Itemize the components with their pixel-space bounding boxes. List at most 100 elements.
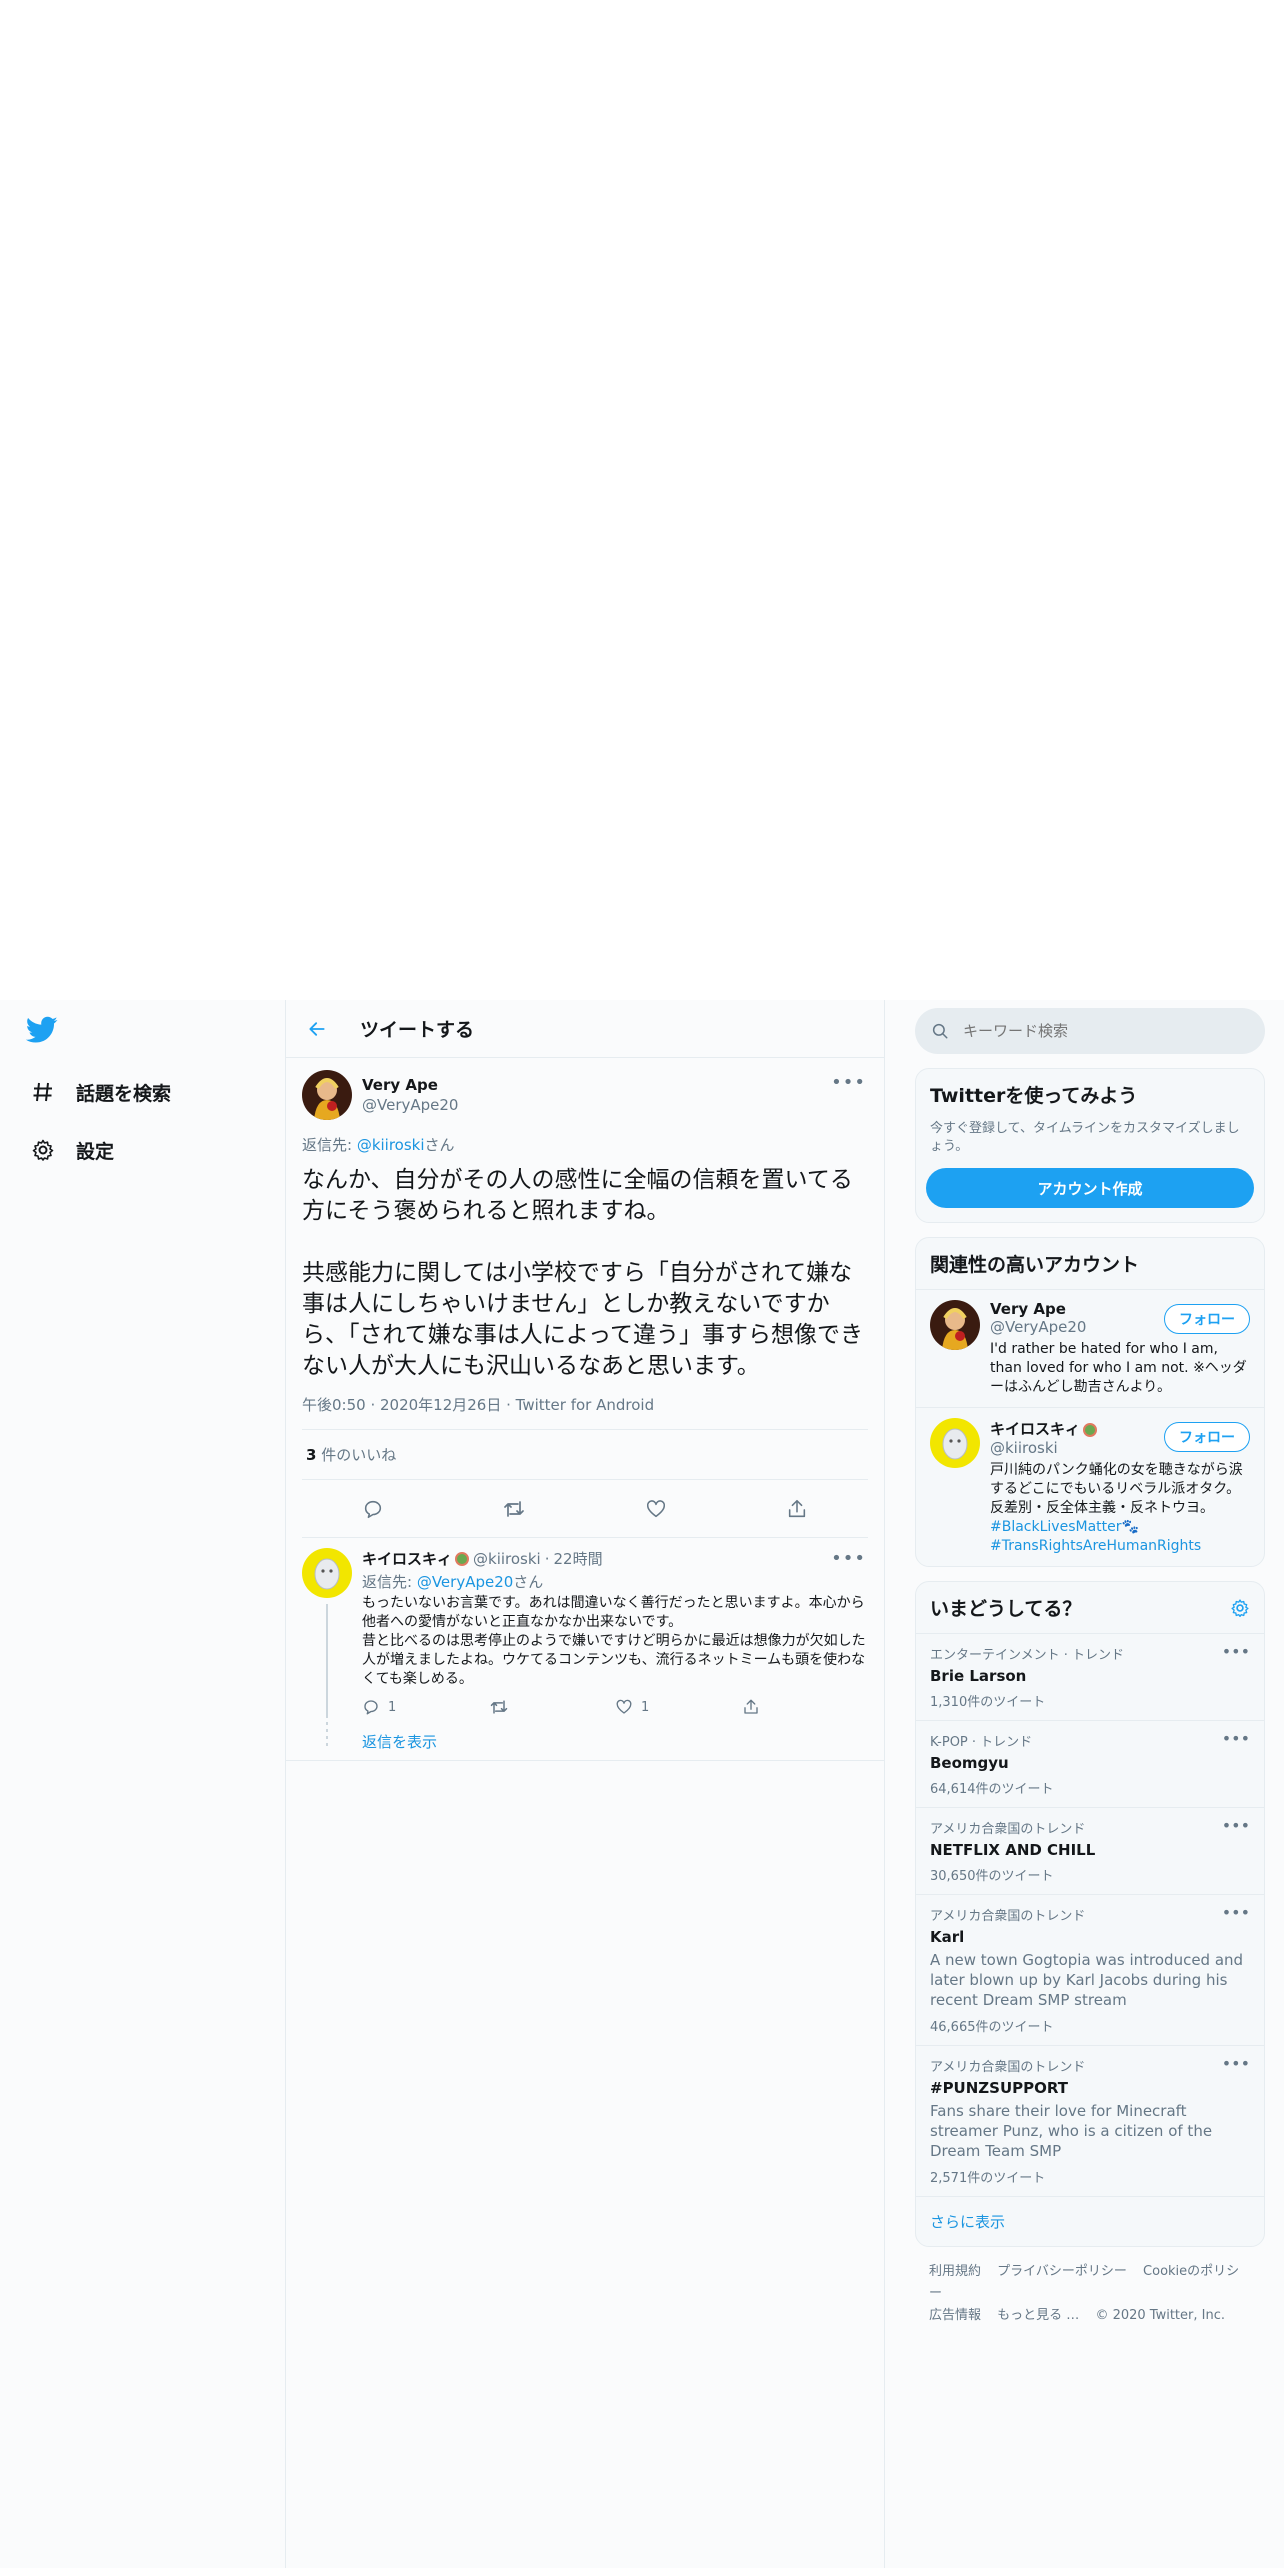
page: 話題を検索 設定 ツイートする Very Ape @VeryApe20 ••• …	[0, 0, 1284, 2568]
account-bio: 戸川純のパンク蛹化の女を聴きながら涙するどこにでもいるリベラル派オタク。反差別・…	[990, 1462, 1243, 1554]
trend-category: アメリカ合衆国のトレンド	[930, 2060, 1086, 2075]
more-icon[interactable]: •••	[1222, 1729, 1250, 1748]
reply-to: 返信先: @VeryApe20さん	[362, 1573, 544, 1591]
left-nav: 話題を検索 設定	[0, 1000, 285, 2568]
like-count: 1	[641, 1699, 650, 1715]
trend-item[interactable]: エンターテインメント · トレンド Brie Larson 1,310件のツイー…	[916, 1633, 1264, 1720]
heart-icon	[646, 1499, 665, 1517]
search-bar[interactable]	[915, 1008, 1265, 1054]
trend-description: A new town Gogtopia was introduced and l…	[930, 1951, 1244, 2009]
trend-name: #PUNZSUPPORT	[930, 2079, 1069, 2097]
share-button[interactable]	[780, 1492, 814, 1526]
trend-description: Fans share their love for Minecraft stre…	[930, 2102, 1213, 2160]
like-button[interactable]	[639, 1492, 673, 1526]
show-more-link[interactable]: さらに表示	[916, 2196, 1264, 2246]
trend-item[interactable]: アメリカ合衆国のトレンド #PUNZSUPPORT Fans share the…	[916, 2045, 1264, 2196]
trend-name: Brie Larson	[930, 1667, 1027, 1685]
signup-card: Twitterを使ってみよう 今すぐ登録して、タイムラインをカスタマイズしましょ…	[915, 1068, 1265, 1223]
nav-explore[interactable]: 話題を検索	[26, 1072, 171, 1112]
trend-name: Beomgyu	[930, 1754, 1009, 1772]
right-sidebar: Twitterを使ってみよう 今すぐ登録して、タイムラインをカスタマイズしましょ…	[915, 1000, 1265, 2341]
footer-link-ads[interactable]: 広告情報	[929, 2308, 981, 2323]
share-icon	[789, 1499, 806, 1517]
tweet-date[interactable]: 2020年12月26日	[380, 1396, 501, 1414]
page-title: ツイートする	[360, 1019, 475, 1041]
trend-count: 64,614件のツイート	[930, 1782, 1054, 1797]
search-input[interactable]	[963, 1022, 1223, 1040]
footer-link-terms[interactable]: 利用規約	[929, 2264, 981, 2279]
reply-icon	[364, 1500, 381, 1518]
tweet-source[interactable]: Twitter for Android	[516, 1396, 654, 1414]
footer-link-privacy[interactable]: プライバシーポリシー	[997, 2264, 1127, 2279]
trend-category: アメリカ合衆国のトレンド	[930, 1909, 1086, 1924]
share-button[interactable]	[742, 1697, 869, 1717]
reply-tweet[interactable]: ••• キイロスキィ @kiiroski · 22時間 返信先: @VeryAp…	[286, 1538, 884, 1761]
hashtag-link[interactable]: #TransRightsAreHumanRights	[990, 1538, 1201, 1554]
account-bio: I'd rather be hated for who I am, than l…	[990, 1341, 1247, 1395]
blank-area	[0, 0, 1284, 1000]
reply-button[interactable]	[356, 1492, 390, 1526]
reply-count: 1	[388, 1699, 397, 1715]
avatar[interactable]	[302, 1070, 352, 1120]
mention-link[interactable]: @VeryApe20	[417, 1573, 513, 1591]
related-accounts-card: 関連性の高いアカウント Very Ape @VeryApe20 I'd rath…	[915, 1237, 1265, 1567]
main-column: ツイートする Very Ape @VeryApe20 ••• 返信先: @kii…	[285, 1000, 885, 2568]
nav-settings-label: 設定	[76, 1140, 115, 1163]
trend-count: 46,665件のツイート	[930, 2020, 1054, 2035]
trend-item[interactable]: アメリカ合衆国のトレンド NETFLIX AND CHILL 30,650件のツ…	[916, 1807, 1264, 1894]
trend-category: アメリカ合衆国のトレンド	[930, 1822, 1086, 1837]
nav-settings[interactable]: 設定	[26, 1130, 114, 1170]
retweet-button[interactable]	[497, 1492, 531, 1526]
tweet-text: なんか、自分がその人の感性に全幅の信頼を置いてる方にそう褒められると照れますね。…	[302, 1167, 863, 1379]
reply-time[interactable]: 22時間	[554, 1548, 603, 1569]
likes-count[interactable]: 3 件のいいね	[302, 1430, 868, 1480]
hashtag-icon	[26, 1075, 60, 1109]
gear-icon[interactable]	[1230, 1598, 1250, 1618]
create-account-button[interactable]: アカウント作成	[926, 1168, 1254, 1208]
trends-header: いまどうしてる？	[916, 1582, 1264, 1633]
reply-author-handle[interactable]: @kiiroski	[473, 1550, 541, 1568]
trend-item[interactable]: アメリカ合衆国のトレンド Karl A new town Gogtopia wa…	[916, 1894, 1264, 2045]
heart-icon	[616, 1699, 632, 1714]
trend-category: K-POP · トレンド	[930, 1735, 1033, 1750]
back-button[interactable]	[300, 1012, 334, 1046]
twitter-bird-icon[interactable]	[25, 1016, 62, 1048]
thread-dots	[326, 1722, 328, 1748]
avatar[interactable]	[930, 1300, 980, 1350]
trend-name: Karl	[930, 1928, 965, 1946]
avatar[interactable]	[302, 1548, 352, 1598]
copyright: © 2020 Twitter, Inc.	[1095, 2308, 1225, 2323]
retweet-button[interactable]	[489, 1697, 616, 1717]
search-icon	[932, 1023, 948, 1039]
tweet-actions	[302, 1480, 868, 1538]
author-name[interactable]: Very Ape	[362, 1076, 458, 1094]
trends-title: いまどうしてる？	[930, 1598, 1082, 1620]
reply-text: もったいないお言葉です。あれは間違いなく善行だったと思いますよ。本心から他者への…	[362, 1595, 866, 1687]
avatar[interactable]	[930, 1418, 980, 1468]
trend-item[interactable]: K-POP · トレンド Beomgyu 64,614件のツイート •••	[916, 1720, 1264, 1807]
reply-button[interactable]: 1	[362, 1697, 489, 1717]
more-icon[interactable]: •••	[1222, 1642, 1250, 1661]
more-icon[interactable]: •••	[1222, 1903, 1250, 1922]
more-icon[interactable]: •••	[1222, 1816, 1250, 1835]
account-item[interactable]: キイロスキィ @kiiroski 戸川純のパンク蛹化の女を聴きながら涙するどこに…	[916, 1407, 1264, 1566]
more-icon[interactable]: •••	[1222, 2054, 1250, 2073]
show-replies-link[interactable]: 返信を表示	[362, 1731, 868, 1752]
reply-to: 返信先: @kiiroskiさん	[302, 1136, 455, 1154]
account-item[interactable]: Very Ape @VeryApe20 I'd rather be hated …	[916, 1289, 1264, 1407]
footer-link-more[interactable]: もっと見る …	[997, 2308, 1079, 2323]
like-button[interactable]: 1	[615, 1697, 742, 1717]
follow-button[interactable]: フォロー	[1164, 1304, 1250, 1334]
trend-count: 2,571件のツイート	[930, 2171, 1046, 2186]
tweet-time[interactable]: 午後0:50	[302, 1396, 366, 1414]
more-icon[interactable]: •••	[831, 1072, 866, 1093]
reply-author-name[interactable]: キイロスキィ	[362, 1548, 452, 1569]
main-tweet: Very Ape @VeryApe20 ••• 返信先: @kiiroskiさん…	[286, 1058, 884, 1538]
mention-link[interactable]: @kiiroski	[357, 1136, 425, 1154]
footer: 利用規約 プライバシーポリシー Cookieのポリシー 広告情報 もっと見る ……	[915, 2247, 1265, 2341]
hashtag-link[interactable]: #BlackLivesMatter	[990, 1519, 1122, 1535]
more-icon[interactable]: •••	[831, 1548, 866, 1569]
author-handle[interactable]: @VeryApe20	[362, 1096, 458, 1114]
follow-button[interactable]: フォロー	[1164, 1422, 1250, 1452]
paw-icon: 🐾	[1121, 1519, 1139, 1535]
